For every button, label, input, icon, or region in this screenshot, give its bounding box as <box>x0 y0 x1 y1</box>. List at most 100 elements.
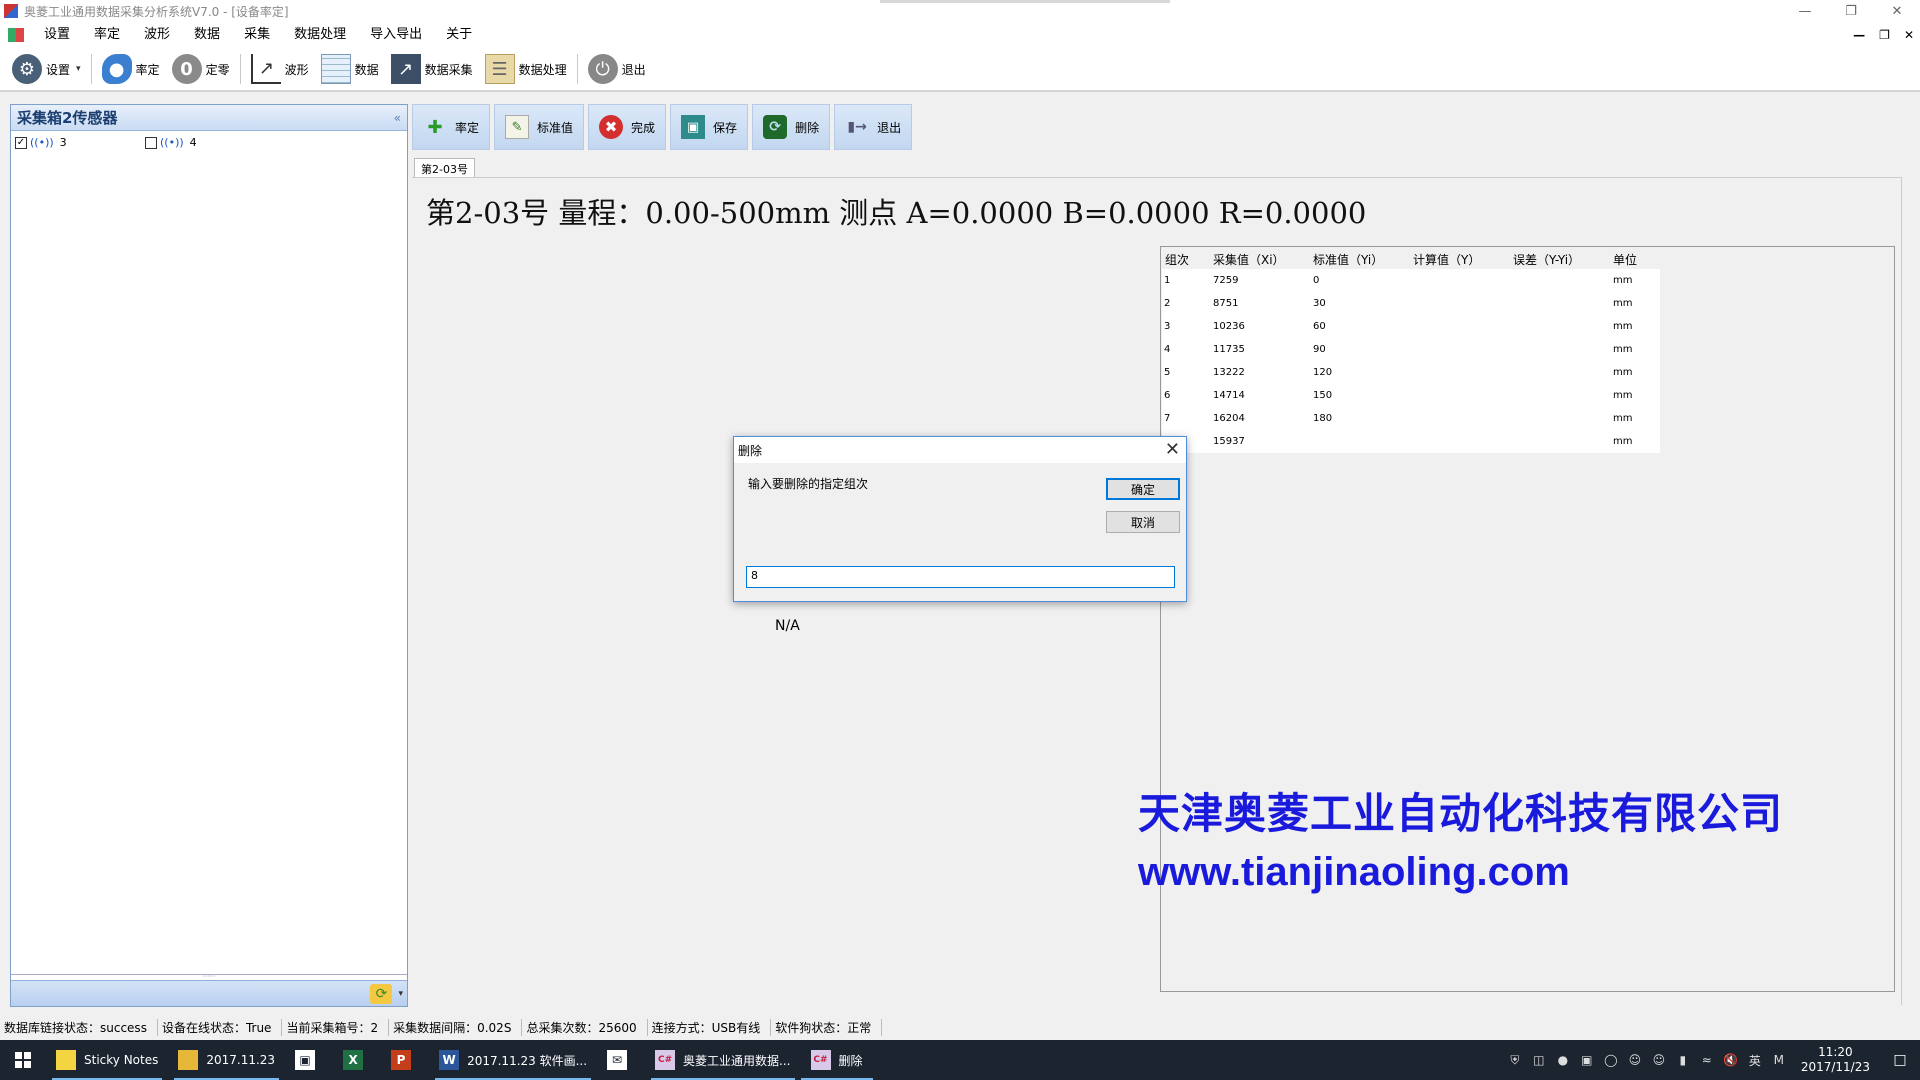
toolbar-data-button[interactable]: 数据 <box>315 51 385 87</box>
toolbar-waveform-button[interactable]: ↗ 波形 <box>245 51 315 87</box>
toolbar-separator <box>239 54 241 84</box>
status-interval: 采集数据间隔：0.02S <box>389 1019 523 1036</box>
taskbar-item-delete-dialog[interactable]: C# 删除 <box>800 1040 873 1080</box>
cancel-button[interactable]: 取消 <box>1106 511 1180 533</box>
qq-icon[interactable]: ☺ <box>1649 1050 1669 1070</box>
table-row[interactable]: 1 7259 0 mm <box>1162 269 1660 292</box>
table-header-cell: 标准值（Yi） <box>1313 253 1384 267</box>
table-row[interactable]: 2 8751 30 mm <box>1162 292 1660 315</box>
sensor-label: 3 <box>59 136 67 149</box>
toolbar-calibrate-button[interactable]: ● 率定 <box>96 51 166 87</box>
table-row[interactable]: 15937 mm <box>1162 430 1660 453</box>
menu-waveform[interactable]: 波形 <box>132 22 182 48</box>
group-number-input[interactable]: 8 <box>746 566 1175 588</box>
taskbar-item-folder[interactable]: 2017.11.23 <box>168 1040 285 1080</box>
menu-about[interactable]: 关于 <box>434 22 484 48</box>
sensor-checkbox-checked[interactable]: ✓ <box>15 136 27 149</box>
wechat-icon[interactable]: ◯ <box>1601 1050 1621 1070</box>
tab-sensor[interactable]: 第2-03号 <box>414 158 475 179</box>
taskbar-item-app[interactable]: C# 奥菱工业通用数据... <box>645 1040 800 1080</box>
taskbar-item-powerpoint[interactable]: P <box>381 1040 429 1080</box>
exit-button[interactable]: ▮→ 退出 <box>834 104 913 150</box>
ime-indicator[interactable]: 英 <box>1745 1050 1765 1070</box>
delete-label: 删除 <box>795 120 820 135</box>
shield-icon[interactable]: ⛨ <box>1505 1050 1525 1070</box>
usb-icon[interactable]: ◫ <box>1529 1050 1549 1070</box>
collapse-icon[interactable]: « <box>394 111 401 125</box>
table-row[interactable]: 7 16204 180 mm <box>1162 407 1660 430</box>
input-method-icon[interactable]: M <box>1769 1050 1789 1070</box>
restore-button[interactable]: ❐ <box>1828 0 1874 22</box>
clock-time: 11:20 <box>1818 1045 1853 1059</box>
menu-data[interactable]: 数据 <box>182 22 232 48</box>
mdi-restore-button[interactable]: ❐ <box>1879 28 1890 42</box>
menu-data-process[interactable]: 数据处理 <box>282 22 358 48</box>
menu-calibrate[interactable]: 率定 <box>82 22 132 48</box>
table-row[interactable]: 3 10236 60 mm <box>1162 315 1660 338</box>
network-app-icon[interactable]: ● <box>1553 1050 1573 1070</box>
mdi-minimize-button[interactable]: — <box>1853 28 1865 42</box>
dialog-title: 删除 <box>738 443 763 458</box>
qq-icon[interactable]: ☺ <box>1625 1050 1645 1070</box>
sensor-checkbox[interactable] <box>145 136 157 149</box>
cell-unit: mm <box>1613 390 1633 401</box>
taskbar-item-store[interactable]: ▣ <box>285 1040 333 1080</box>
table-row[interactable]: 4 11735 90 mm <box>1162 338 1660 361</box>
status-db-link: 数据库链接状态：success <box>0 1019 158 1036</box>
toolbar-data-collect-button[interactable]: ↗ 数据采集 <box>385 51 479 87</box>
close-icon[interactable]: ✕ <box>1165 439 1180 460</box>
folder-icon <box>178 1050 199 1070</box>
taskbar-item-excel[interactable]: X <box>333 1040 381 1080</box>
sensor-item[interactable]: ✓ ((•)) 3 <box>15 136 145 149</box>
system-menu-icon[interactable] <box>8 28 24 42</box>
save-button[interactable]: ▣ 保存 <box>670 104 749 150</box>
cell-yi: 150 <box>1313 390 1333 401</box>
app-icon: C# <box>810 1050 831 1070</box>
calibrate-button[interactable]: ✚ 率定 <box>412 104 491 150</box>
taskbar-item-sticky-notes[interactable]: Sticky Notes <box>46 1040 168 1080</box>
wifi-icon[interactable]: ≈ <box>1697 1050 1717 1070</box>
minimize-button[interactable]: — <box>1782 0 1828 22</box>
chevron-down-icon[interactable]: ▾ <box>398 989 403 999</box>
chevron-down-icon[interactable]: ▾ <box>76 64 81 74</box>
toolbar-data-process-button[interactable]: ☰ 数据处理 <box>479 51 573 87</box>
ok-button[interactable]: 确定 <box>1106 478 1180 500</box>
status-device-online: 设备在线状态：True <box>158 1019 283 1036</box>
cell-xi: 10236 <box>1213 321 1245 332</box>
start-button[interactable] <box>0 1040 46 1080</box>
grid-icon <box>320 54 351 84</box>
taskbar-item-mail[interactable]: ✉ <box>597 1040 645 1080</box>
refresh-icon[interactable]: ⟳ <box>370 983 393 1004</box>
clock[interactable]: 11:20 2017/11/23 <box>1791 1045 1880 1075</box>
table-header: 组次 采集值（Xi） 标准值（Yi） 计算值（Y） 误差（Y-Yi） 单位 <box>1161 249 1894 267</box>
sensor-panel-title: 采集箱2传感器 <box>17 109 118 127</box>
table-header-cell: 组次 <box>1165 253 1190 267</box>
cell-group: 4 <box>1164 344 1171 355</box>
done-button[interactable]: ✖ 完成 <box>588 104 667 150</box>
mdi-close-button[interactable]: ✕ <box>1904 28 1914 42</box>
volume-muted-icon[interactable]: 🔇 <box>1721 1050 1741 1070</box>
close-button[interactable]: ✕ <box>1874 0 1920 22</box>
table-row[interactable]: 5 13222 120 mm <box>1162 361 1660 384</box>
menu-settings[interactable]: 设置 <box>32 22 82 48</box>
notification-icon[interactable]: □ <box>1880 1052 1920 1068</box>
sticky-notes-icon <box>56 1050 76 1070</box>
standard-value-button[interactable]: ✎ 标准值 <box>494 104 585 150</box>
cell-xi: 14714 <box>1213 390 1245 401</box>
toolbar-settings-button[interactable]: ⚙ 设置 ▾ <box>6 51 87 87</box>
toolbar-separator <box>90 54 92 84</box>
toolbar-exit-button[interactable]: ⏻ 退出 <box>582 51 652 87</box>
waveform-icon: ↗ <box>250 54 281 84</box>
menu-collect[interactable]: 采集 <box>232 22 282 48</box>
battery-icon[interactable]: ▮ <box>1673 1050 1693 1070</box>
cell-yi: 120 <box>1313 367 1333 378</box>
toolbar-zero-button[interactable]: 0 定零 <box>166 51 236 87</box>
delete-button[interactable]: ⟳ 删除 <box>752 104 831 150</box>
monitor-icon[interactable]: ▣ <box>1577 1050 1597 1070</box>
sensor-item[interactable]: ((•)) 4 <box>145 136 275 149</box>
menu-import-export[interactable]: 导入导出 <box>358 22 434 48</box>
taskbar-item-word[interactable]: W 2017.11.23 软件画... <box>429 1040 597 1080</box>
table-row[interactable]: 6 14714 150 mm <box>1162 384 1660 407</box>
cell-unit: mm <box>1613 275 1633 286</box>
edit-icon: ✎ <box>505 115 530 139</box>
